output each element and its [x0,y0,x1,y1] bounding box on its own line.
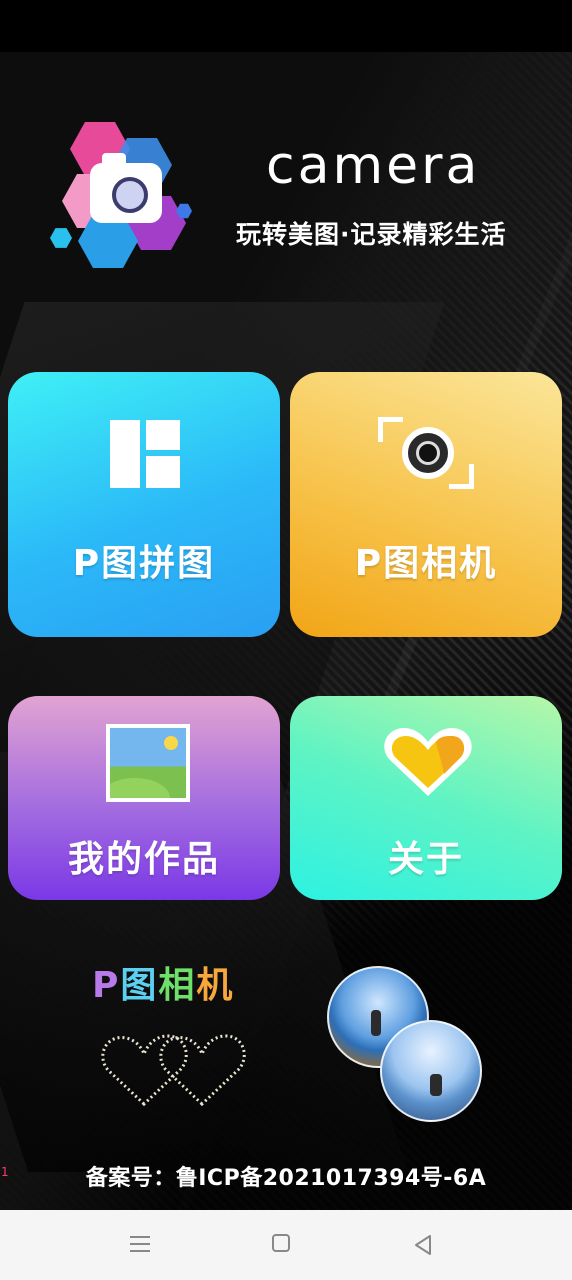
about-card-label: 关于 [387,839,464,880]
app-subtitle: 玩转美图·记录精彩生活 [236,220,507,249]
app-logo [48,115,198,275]
sample-photo [380,1020,482,1122]
heart-icon [384,728,472,796]
home-icon[interactable] [270,1232,296,1258]
promo-char: 机 [196,965,235,1006]
camera-card-label: P图相机 [354,543,498,584]
collage-icon [110,420,180,488]
sparkle-hearts-icon [101,1034,246,1107]
collage-card-label: P图拼图 [72,543,216,584]
camera-card[interactable]: P图相机 [290,372,562,637]
back-icon[interactable] [410,1232,436,1258]
about-card[interactable]: 关于 [290,696,562,900]
promo-char: 图 [120,965,159,1006]
promo-char: P [92,965,121,1006]
picture-icon [106,724,190,802]
camera-focus-icon [378,417,474,489]
promo-char: 相 [158,965,197,1006]
system-nav-bar [0,1210,572,1280]
camera-icon [90,153,162,223]
my-works-card[interactable]: 我的作品 [8,696,280,900]
collage-card[interactable]: P图拼图 [8,372,280,637]
icp-record-text: 备案号：鲁ICP备2021017394号-6A [85,1166,487,1191]
promo-logo-text: P图相机 [92,968,234,1004]
my-works-card-label: 我的作品 [67,839,220,880]
app-title: camera [266,136,481,196]
status-bar [0,0,572,52]
menu-icon[interactable] [128,1232,154,1258]
